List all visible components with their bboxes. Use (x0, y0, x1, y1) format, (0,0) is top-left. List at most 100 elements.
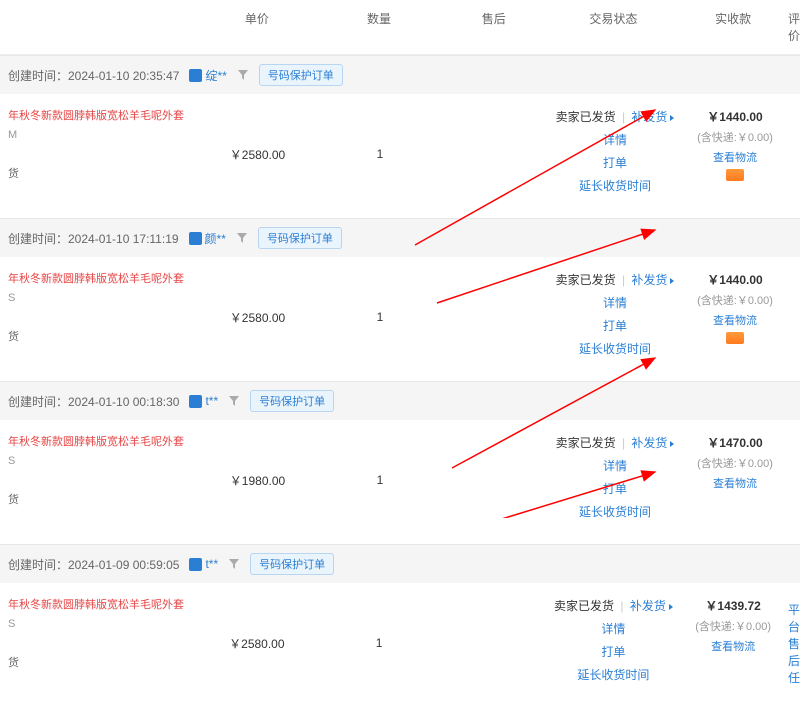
order-block: 创建时间：2024-01-10 20:35:47 绽** 号码保护订单 年秋冬新… (0, 55, 800, 218)
after-sale (439, 597, 549, 689)
ship-label: 货 (8, 491, 195, 507)
col-price-header: 单价 (195, 10, 320, 44)
view-logistics-link[interactable]: 查看物流 (680, 149, 790, 165)
print-link[interactable]: 打单 (603, 482, 627, 496)
review-link[interactable]: 平台售后任 (788, 601, 800, 686)
protect-order-badge[interactable]: 号码保护订单 (258, 227, 342, 249)
payment-amount: ￥1470.00 (680, 434, 790, 451)
express-fee: (含快递:￥0.00) (680, 129, 790, 145)
col-payment-header: 实收款 (678, 10, 788, 44)
print-link[interactable]: 打单 (603, 319, 627, 333)
restock-link[interactable]: 补发货 (630, 599, 673, 613)
alipay-icon (726, 169, 744, 181)
quantity: 1 (320, 271, 440, 363)
print-link[interactable]: 打单 (603, 156, 627, 170)
quantity: 1 (319, 597, 439, 689)
unit-price: ￥2580.00 (195, 597, 320, 689)
order-detail-row: 年秋冬新款圆脖韩版宽松羊毛呢外套 S 货 ￥2580.00 1 卖家已发货 | … (0, 583, 800, 707)
status-text: 卖家已发货 (556, 273, 616, 287)
unit-price: ￥2580.00 (195, 271, 320, 363)
view-logistics-link[interactable]: 查看物流 (678, 638, 788, 654)
buyer-name: t** (205, 394, 218, 408)
detail-link[interactable]: 详情 (601, 622, 625, 636)
col-product-header (0, 10, 195, 44)
order-block: 创建时间：2024-01-10 17:11:19 颜** 号码保护订单 年秋冬新… (0, 218, 800, 381)
extend-receive-link[interactable]: 延长收货时间 (579, 179, 651, 193)
filter-icon[interactable] (228, 558, 240, 570)
payment-amount: ￥1439.72 (678, 597, 788, 614)
view-logistics-link[interactable]: 查看物流 (680, 312, 790, 328)
buyer-name: 绽** (205, 67, 226, 84)
print-link[interactable]: 打单 (601, 645, 625, 659)
buyer-wangwang[interactable]: t** (189, 394, 218, 408)
filter-icon[interactable] (228, 395, 240, 407)
wangwang-icon (189, 232, 202, 245)
order-meta-row: 创建时间：2024-01-10 20:35:47 绽** 号码保护订单 (0, 56, 800, 94)
alipay-icon (726, 332, 744, 344)
protect-order-badge[interactable]: 号码保护订单 (259, 64, 343, 86)
extend-receive-link[interactable]: 延长收货时间 (577, 668, 649, 682)
restock-link[interactable]: 补发货 (631, 110, 674, 124)
detail-link[interactable]: 详情 (603, 296, 627, 310)
after-sale (440, 271, 550, 363)
col-qty-header: 数量 (319, 10, 439, 44)
order-meta-row: 创建时间：2024-01-10 17:11:19 颜** 号码保护订单 (0, 219, 800, 257)
unit-price: ￥2580.00 (195, 108, 320, 200)
product-name[interactable]: 年秋冬新款圆脖韩版宽松羊毛呢外套 (8, 271, 195, 288)
order-block: 创建时间：2024-01-10 00:18:30 t** 号码保护订单 年秋冬新… (0, 381, 800, 544)
quantity: 1 (320, 434, 440, 526)
create-time-label: 创建时间：2024-01-10 20:35:47 (8, 67, 179, 84)
buyer-wangwang[interactable]: 颜** (189, 230, 226, 247)
order-meta-row: 创建时间：2024-01-10 00:18:30 t** 号码保护订单 (0, 382, 800, 420)
product-spec: M (8, 129, 195, 141)
payment-amount: ￥1440.00 (680, 271, 790, 288)
unit-price: ￥1980.00 (195, 434, 320, 526)
create-time-label: 创建时间：2024-01-09 00:59:05 (8, 556, 179, 573)
extend-receive-link[interactable]: 延长收货时间 (579, 505, 651, 519)
order-detail-row: 年秋冬新款圆脖韩版宽松羊毛呢外套 M 货 ￥2580.00 1 卖家已发货 | … (0, 94, 800, 218)
restock-link[interactable]: 补发货 (631, 273, 674, 287)
status-text: 卖家已发货 (554, 599, 614, 613)
protect-order-badge[interactable]: 号码保护订单 (250, 390, 334, 412)
after-sale (440, 108, 550, 200)
payment-amount: ￥1440.00 (680, 108, 790, 125)
order-detail-row: 年秋冬新款圆脖韩版宽松羊毛呢外套 S 货 ￥1980.00 1 卖家已发货 | … (0, 420, 800, 544)
view-logistics-link[interactable]: 查看物流 (680, 475, 790, 491)
col-review-header: 评价 (788, 10, 800, 44)
restock-link[interactable]: 补发货 (631, 436, 674, 450)
express-fee: (含快递:￥0.00) (680, 455, 790, 471)
buyer-wangwang[interactable]: 绽** (189, 67, 226, 84)
product-name[interactable]: 年秋冬新款圆脖韩版宽松羊毛呢外套 (8, 597, 195, 614)
wangwang-icon (189, 69, 202, 82)
protect-order-badge[interactable]: 号码保护订单 (250, 553, 334, 575)
buyer-wangwang[interactable]: t** (189, 557, 218, 571)
express-fee: (含快递:￥0.00) (680, 292, 790, 308)
detail-link[interactable]: 详情 (603, 133, 627, 147)
extend-receive-link[interactable]: 延长收货时间 (579, 342, 651, 356)
filter-icon[interactable] (237, 69, 249, 81)
filter-icon[interactable] (236, 232, 248, 244)
ship-label: 货 (8, 654, 195, 670)
col-after-header: 售后 (439, 10, 549, 44)
product-name[interactable]: 年秋冬新款圆脖韩版宽松羊毛呢外套 (8, 434, 195, 451)
express-fee: (含快递:￥0.00) (678, 618, 788, 634)
order-detail-row: 年秋冬新款圆脖韩版宽松羊毛呢外套 S 货 ￥2580.00 1 卖家已发货 | … (0, 257, 800, 381)
status-text: 卖家已发货 (556, 110, 616, 124)
order-meta-row: 创建时间：2024-01-09 00:59:05 t** 号码保护订单 (0, 545, 800, 583)
wangwang-icon (189, 395, 202, 408)
col-status-header: 交易状态 (549, 10, 679, 44)
create-time-label: 创建时间：2024-01-10 17:11:19 (8, 230, 179, 247)
create-time-label: 创建时间：2024-01-10 00:18:30 (8, 393, 179, 410)
product-spec: S (8, 618, 195, 630)
ship-label: 货 (8, 328, 195, 344)
after-sale (440, 434, 550, 526)
product-spec: S (8, 455, 195, 467)
detail-link[interactable]: 详情 (603, 459, 627, 473)
buyer-name: 颜** (205, 230, 226, 247)
product-name[interactable]: 年秋冬新款圆脖韩版宽松羊毛呢外套 (8, 108, 195, 125)
product-spec: S (8, 292, 195, 304)
status-text: 卖家已发货 (556, 436, 616, 450)
table-header: 单价 数量 售后 交易状态 实收款 评价 (0, 0, 800, 55)
quantity: 1 (320, 108, 440, 200)
order-block: 创建时间：2024-01-09 00:59:05 t** 号码保护订单 年秋冬新… (0, 544, 800, 707)
